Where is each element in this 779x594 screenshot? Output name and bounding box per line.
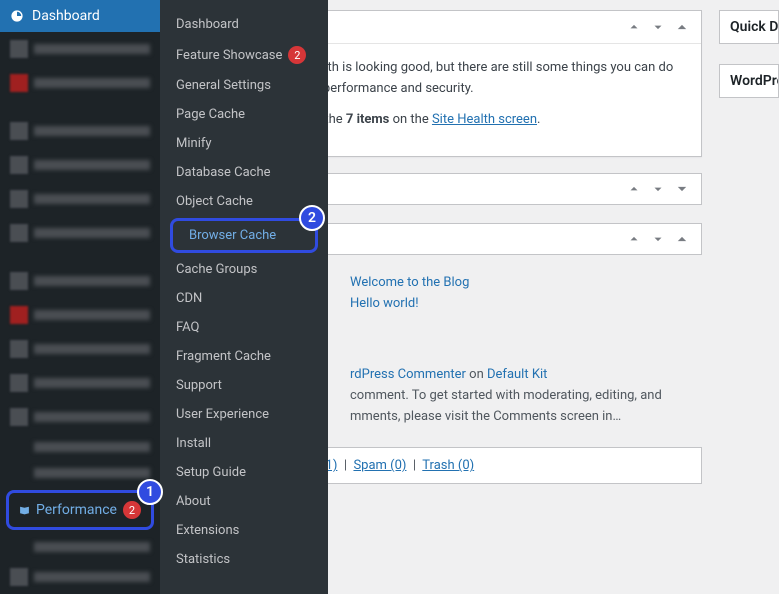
callout-badge-2: 2 <box>299 205 325 231</box>
sidebar-item-blur[interactable] <box>0 434 160 460</box>
sidebar-item-blur[interactable] <box>0 298 160 332</box>
caret-down-icon[interactable] <box>675 182 689 196</box>
submenu-item-fragment-cache[interactable]: Fragment Cache <box>160 342 328 371</box>
submenu-item-user-experience[interactable]: User Experience <box>160 400 328 429</box>
submenu-item-page-cache[interactable]: Page Cache <box>160 100 328 129</box>
submenu-item-extensions[interactable]: Extensions <box>160 516 328 545</box>
sidebar-item-blur[interactable] <box>0 148 160 182</box>
recent-post-link[interactable]: Hello world! <box>350 296 419 311</box>
submenu-item-about[interactable]: About <box>160 487 328 516</box>
site-health-link[interactable]: Site Health screen <box>432 112 537 127</box>
submenu-badge: 2 <box>288 46 306 64</box>
caret-up-icon[interactable] <box>675 20 689 34</box>
submenu-item-dashboard[interactable]: Dashboard <box>160 10 328 39</box>
submenu-item-cdn[interactable]: CDN <box>160 284 328 313</box>
mod-trash[interactable]: Trash (0) <box>422 458 474 473</box>
chevron-up-icon[interactable] <box>627 20 641 34</box>
sidebar-item-blur[interactable] <box>0 264 160 298</box>
submenu-item-feature-showcase[interactable]: Feature Showcase2 <box>160 39 328 71</box>
quick-draft-box[interactable]: Quick D <box>719 10 779 44</box>
sidebar-item-blur[interactable] <box>0 332 160 366</box>
recent-post-link[interactable]: Welcome to the Blog <box>350 275 469 290</box>
chevron-down-icon[interactable] <box>651 20 665 34</box>
submenu-item-browser-cache[interactable]: Browser Cache2 <box>170 218 318 253</box>
comment-excerpt: comment. To get started with moderating,… <box>350 388 662 403</box>
dashboard-icon <box>10 9 24 23</box>
chevron-up-icon[interactable] <box>627 182 641 196</box>
callout-badge-1: 1 <box>137 479 163 505</box>
admin-sidebar: Dashboard Performance 2 1 <box>0 0 160 594</box>
recent-posts: Welcome to the Blog Hello world! <box>350 273 700 315</box>
sidebar-item-blur[interactable] <box>0 66 160 100</box>
submenu-item-cache-groups[interactable]: Cache Groups <box>160 255 328 284</box>
chevron-up-icon[interactable] <box>627 232 641 246</box>
sidebar-item-blur[interactable] <box>0 32 160 66</box>
submenu-item-general-settings[interactable]: General Settings <box>160 71 328 100</box>
sidebar-dashboard-label: Dashboard <box>32 8 100 24</box>
sidebar-performance-label: Performance <box>36 502 117 518</box>
sidebar-item-blur[interactable] <box>0 460 160 486</box>
submenu-item-minify[interactable]: Minify <box>160 129 328 158</box>
comment-post-link[interactable]: Default Kit <box>487 367 547 382</box>
sidebar-item-blur[interactable] <box>0 560 160 594</box>
performance-badge: 2 <box>123 501 141 519</box>
submenu-item-setup-guide[interactable]: Setup Guide <box>160 458 328 487</box>
caret-up-icon[interactable] <box>675 232 689 246</box>
mod-spam[interactable]: Spam (0) <box>353 458 406 473</box>
comment-excerpt: mments, please visit the Comments screen… <box>350 409 621 424</box>
submenu-item-database-cache[interactable]: Database Cache <box>160 158 328 187</box>
performance-submenu: DashboardFeature Showcase2General Settin… <box>160 0 328 594</box>
sidebar-item-blur[interactable] <box>0 534 160 560</box>
sidebar-item-blur[interactable] <box>0 114 160 148</box>
recent-comment: rdPress Commenter on Default Kit comment… <box>350 365 700 427</box>
chevron-down-icon[interactable] <box>651 232 665 246</box>
submenu-item-install[interactable]: Install <box>160 429 328 458</box>
submenu-item-support[interactable]: Support <box>160 371 328 400</box>
sidebar-item-blur[interactable] <box>0 216 160 250</box>
wordpress-news-box[interactable]: WordPre <box>719 64 779 98</box>
chevron-down-icon[interactable] <box>651 182 665 196</box>
right-column: Quick D WordPre <box>719 10 779 118</box>
sidebar-item-blur[interactable] <box>0 182 160 216</box>
performance-icon <box>19 503 30 517</box>
sidebar-item-dashboard[interactable]: Dashboard <box>0 0 160 32</box>
sidebar-item-performance[interactable]: Performance 2 1 <box>6 490 154 530</box>
submenu-item-statistics[interactable]: Statistics <box>160 545 328 574</box>
sidebar-item-blur[interactable] <box>0 366 160 400</box>
commenter-link[interactable]: rdPress Commenter <box>350 367 466 382</box>
submenu-item-faq[interactable]: FAQ <box>160 313 328 342</box>
sidebar-item-blur[interactable] <box>0 400 160 434</box>
